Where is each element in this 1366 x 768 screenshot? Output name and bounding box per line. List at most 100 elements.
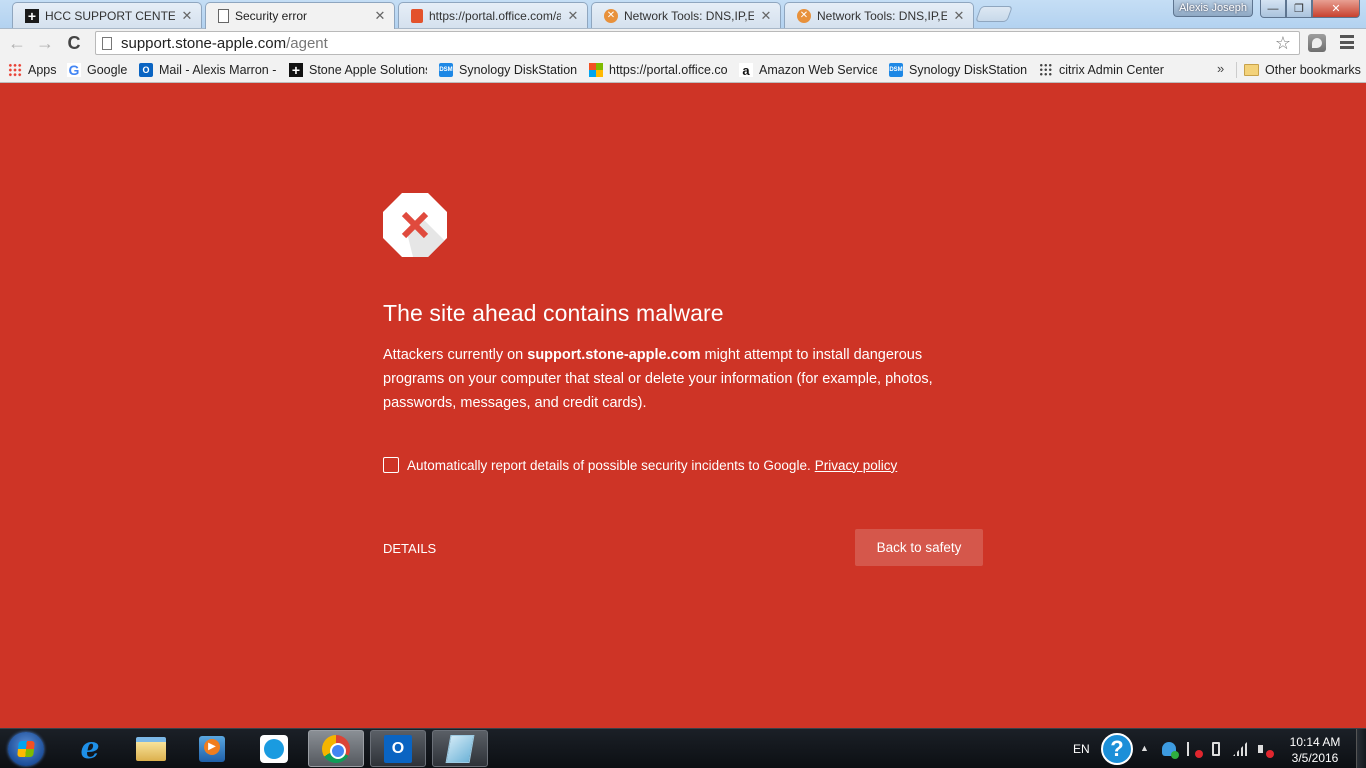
volume-muted-icon[interactable] bbox=[1258, 742, 1274, 758]
close-window-button[interactable]: ✕ bbox=[1312, 0, 1360, 18]
extension-icon[interactable] bbox=[1308, 34, 1326, 52]
chrome-icon bbox=[322, 734, 350, 763]
windows-taskbar: e O EN ? ▲ 10:14 AM 3/5/2016 bbox=[0, 728, 1366, 768]
bookmark-label: Amazon Web Services bbox=[759, 63, 877, 77]
bookmark-amazon-web-services[interactable]: a Amazon Web Services bbox=[739, 61, 877, 79]
report-checkbox[interactable] bbox=[383, 457, 399, 473]
window-controls: — ❐ ✕ bbox=[1260, 0, 1360, 18]
close-tab-icon[interactable]: ✕ bbox=[760, 8, 772, 24]
other-bookmarks[interactable]: Other bookmarks bbox=[1244, 61, 1361, 79]
bookmark-stone-apple-solutions[interactable]: + Stone Apple Solutions bbox=[289, 61, 427, 79]
action-center-flag-icon[interactable] bbox=[1187, 742, 1203, 758]
tab-title: HCC SUPPORT CENTER bbox=[45, 8, 175, 23]
bookmark-label: Apps bbox=[28, 63, 57, 77]
bookmark-star-icon[interactable]: ☆ bbox=[1275, 33, 1291, 54]
minimize-button[interactable]: — bbox=[1260, 0, 1286, 18]
start-button[interactable] bbox=[8, 732, 44, 766]
network-signal-icon[interactable] bbox=[1233, 742, 1247, 756]
back-button[interactable]: ← bbox=[6, 32, 28, 54]
help-icon[interactable]: ? bbox=[1101, 733, 1133, 765]
warning-explanation: Attackers currently on support.stone-app… bbox=[383, 343, 983, 415]
back-to-safety-button[interactable]: Back to safety bbox=[855, 529, 983, 566]
cloud-sync-icon[interactable] bbox=[1162, 742, 1179, 759]
taskbar-media-player[interactable] bbox=[184, 730, 240, 767]
taskbar-file-explorer[interactable] bbox=[123, 730, 179, 767]
url-path: /agent bbox=[286, 34, 328, 52]
url-host: support.stone-apple.com bbox=[121, 34, 287, 52]
bookmark-mail[interactable]: O Mail - Alexis Marron - bbox=[139, 61, 277, 79]
address-bar[interactable]: support.stone-apple.com/agent ☆ bbox=[95, 31, 1300, 55]
bookmark-google[interactable]: G Google bbox=[67, 61, 127, 79]
taskbar-synergy[interactable] bbox=[246, 730, 302, 767]
outlook-icon: O bbox=[384, 734, 412, 763]
bookmarks-overflow-button[interactable]: » bbox=[1217, 61, 1224, 76]
show-hidden-icons-button[interactable]: ▲ bbox=[1140, 743, 1149, 753]
close-tab-icon[interactable]: ✕ bbox=[181, 8, 193, 24]
bookmark-label: Google bbox=[87, 63, 128, 77]
tab-title: Network Tools: DNS,IP,Em bbox=[624, 8, 754, 23]
profile-button[interactable]: Alexis Joseph bbox=[1173, 0, 1253, 17]
battery-icon[interactable] bbox=[1212, 742, 1220, 756]
tab-title: Network Tools: DNS,IP,Em bbox=[817, 8, 947, 23]
bookmark-synology-2[interactable]: DSM Synology DiskStation bbox=[889, 61, 1027, 79]
tab-network-tools-2[interactable]: ✕ Network Tools: DNS,IP,Em ✕ bbox=[784, 2, 974, 28]
google-icon: G bbox=[67, 62, 81, 78]
taskbar-chrome[interactable] bbox=[308, 730, 364, 767]
internet-explorer-icon: e bbox=[80, 730, 100, 766]
page-icon bbox=[218, 9, 229, 23]
clock-date: 3/5/2016 bbox=[1291, 751, 1339, 765]
tab-network-tools-1[interactable]: ✕ Network Tools: DNS,IP,Em ✕ bbox=[591, 2, 781, 28]
tab-security-error[interactable]: Security error ✕ bbox=[205, 2, 395, 29]
tab-title: Security error bbox=[235, 9, 308, 23]
privacy-policy-link[interactable]: Privacy policy bbox=[815, 458, 898, 473]
close-tab-icon[interactable]: ✕ bbox=[567, 8, 579, 24]
show-desktop-button[interactable] bbox=[1356, 729, 1366, 768]
taskbar-internet-explorer[interactable]: e bbox=[62, 730, 118, 767]
bookmark-office-portal[interactable]: https://portal.office.co bbox=[589, 61, 727, 79]
new-tab-button[interactable] bbox=[975, 6, 1013, 22]
close-tab-icon[interactable]: ✕ bbox=[953, 8, 965, 24]
dsm-icon: DSM bbox=[439, 63, 453, 77]
tab-hcc-support-center[interactable]: + HCC SUPPORT CENTER ✕ bbox=[12, 2, 202, 28]
details-link[interactable]: DETAILS bbox=[383, 541, 436, 556]
outlook-icon: O bbox=[139, 63, 153, 77]
office-icon bbox=[411, 8, 423, 23]
page-icon bbox=[102, 36, 112, 50]
page-headline: The site ahead contains malware bbox=[383, 300, 724, 326]
reload-button[interactable]: C bbox=[63, 32, 85, 54]
bookmark-label: Synology DiskStation bbox=[459, 63, 577, 77]
x-circle-icon: ✕ bbox=[797, 8, 811, 23]
bookmark-label: Synology DiskStation bbox=[909, 63, 1027, 77]
dsm-icon: DSM bbox=[889, 63, 903, 77]
report-label: Automatically report details of possible… bbox=[407, 457, 811, 473]
tab-strip: + HCC SUPPORT CENTER ✕ Security error ✕ … bbox=[0, 0, 1366, 29]
malicious-host: support.stone-apple.com bbox=[527, 347, 701, 363]
taskbar-outlook[interactable]: O bbox=[370, 730, 426, 767]
close-tab-icon[interactable]: ✕ bbox=[374, 8, 386, 24]
notepad-icon bbox=[445, 734, 475, 763]
bookmark-synology-1[interactable]: DSM Synology DiskStation bbox=[439, 61, 577, 79]
system-clock[interactable]: 10:14 AM 3/5/2016 bbox=[1285, 734, 1345, 766]
plus-icon: + bbox=[25, 8, 39, 24]
x-circle-icon: ✕ bbox=[604, 8, 618, 23]
malware-stop-icon bbox=[383, 193, 447, 257]
synergy-icon bbox=[260, 734, 288, 763]
bookmark-citrix-admin-center[interactable]: citrix Admin Center bbox=[1039, 61, 1164, 79]
browser-toolbar: ← → C support.stone-apple.com/agent ☆ bbox=[0, 28, 1366, 57]
tab-office-portal[interactable]: https://portal.office.com/a ✕ bbox=[398, 2, 588, 28]
bookmark-label: https://portal.office.co bbox=[609, 63, 727, 77]
bookmark-label: citrix Admin Center bbox=[1059, 63, 1164, 77]
folder-icon bbox=[136, 736, 166, 761]
bookmark-apps[interactable]: Apps bbox=[8, 61, 57, 79]
microsoft-icon bbox=[589, 63, 603, 77]
clock-time: 10:14 AM bbox=[1289, 735, 1341, 749]
language-indicator[interactable]: EN bbox=[1073, 729, 1090, 768]
forward-button[interactable]: → bbox=[34, 32, 56, 54]
plus-icon: + bbox=[289, 62, 303, 78]
bookmark-label: Mail - Alexis Marron - bbox=[159, 63, 277, 77]
taskbar-notepad[interactable] bbox=[432, 730, 488, 767]
restore-button[interactable]: ❐ bbox=[1286, 0, 1312, 18]
bookmarks-bar: Apps G Google O Mail - Alexis Marron - +… bbox=[0, 57, 1366, 83]
menu-icon[interactable] bbox=[1340, 35, 1354, 49]
explanation-prefix: Attackers currently on bbox=[383, 347, 528, 363]
